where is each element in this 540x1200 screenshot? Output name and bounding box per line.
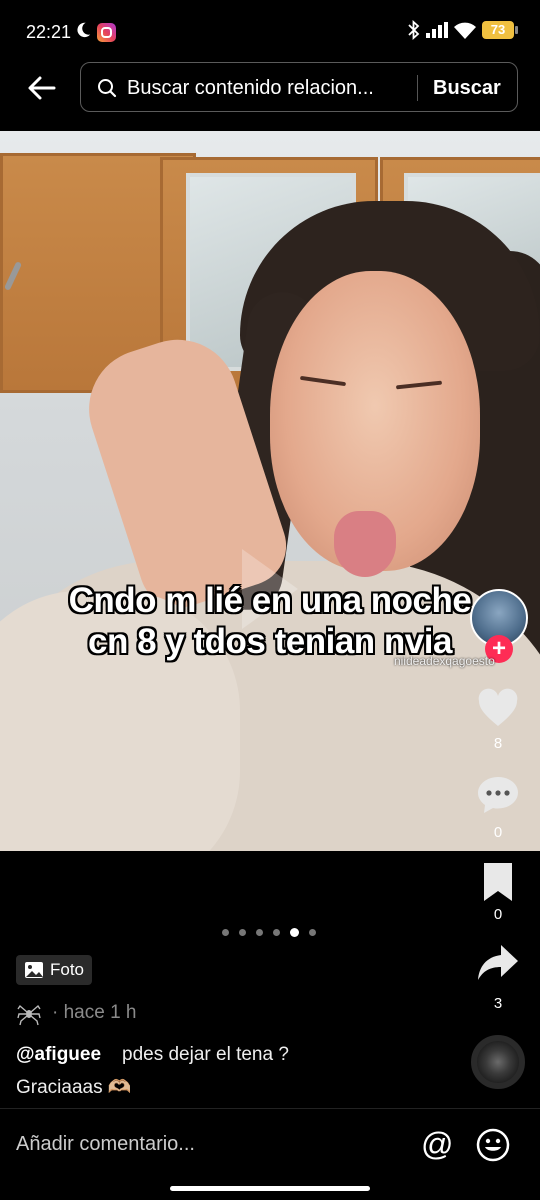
creator-watermark: niideadexqagoesto: [394, 654, 495, 668]
status-time: 22:21: [26, 22, 72, 42]
bookmark-icon[interactable]: [476, 860, 520, 904]
author-username[interactable]: @afiguee: [16, 1044, 101, 1066]
search-submit-button[interactable]: Buscar: [433, 77, 501, 100]
wifi-icon: [454, 22, 476, 39]
photo-caption: Cndo m lié en una noche cn 8 y tdos teni…: [0, 580, 540, 663]
page-dot: [309, 929, 316, 936]
comment-bar-divider: [0, 1108, 540, 1109]
photo-type-badge: Foto: [16, 955, 93, 985]
page-dot: [239, 929, 246, 936]
comment-count: 0: [493, 824, 503, 841]
like-count: 8: [493, 735, 503, 752]
music-disc-icon[interactable]: [471, 1035, 525, 1089]
page-dot: [273, 929, 280, 936]
home-indicator[interactable]: [170, 1186, 370, 1191]
heart-icon[interactable]: [476, 687, 520, 731]
back-arrow-icon[interactable]: [24, 70, 60, 106]
bookmark-count: 0: [493, 906, 503, 923]
status-bar: 22:21 73: [0, 0, 540, 64]
emoji-icon[interactable]: [476, 1128, 510, 1162]
page-dot: [256, 929, 263, 936]
instagram-icon: [97, 23, 116, 42]
post-photo[interactable]: Cndo m lié en una noche cn 8 y tdos teni…: [0, 131, 540, 851]
moon-icon: [77, 22, 91, 38]
post-description-line2: Graciaaas 🫶🏼: [16, 1077, 132, 1098]
image-icon: [25, 962, 43, 978]
page-dot: [222, 929, 229, 936]
post-meta: · hace 1 h: [16, 1000, 137, 1026]
status-icons: 73: [408, 20, 518, 40]
comment-icon[interactable]: [476, 773, 520, 817]
search-divider: [417, 75, 418, 101]
share-count: 3: [493, 995, 503, 1012]
comment-input[interactable]: Añadir comentario...: [16, 1133, 195, 1156]
signal-icon: [426, 22, 448, 38]
photo-type-label: Foto: [50, 960, 85, 979]
search-input[interactable]: Buscar contenido relacion...: [127, 77, 374, 100]
caption-line: Cndo m lié en una noche: [68, 581, 472, 620]
photo-tongue: [334, 511, 396, 577]
share-icon[interactable]: [476, 941, 520, 985]
post-time: · hace 1 h: [52, 1002, 137, 1023]
search-bar[interactable]: Buscar contenido relacion... Buscar: [80, 62, 518, 112]
at-icon[interactable]: @: [421, 1128, 453, 1160]
battery-indicator: 73: [482, 21, 518, 39]
spider-icon: [17, 1004, 41, 1026]
search-icon: [98, 79, 117, 98]
bluetooth-icon: [408, 20, 420, 40]
photo-page-indicator: [222, 928, 316, 937]
post-description: pdes dejar el tena ?: [122, 1044, 289, 1065]
page-dot-active: [290, 928, 299, 937]
